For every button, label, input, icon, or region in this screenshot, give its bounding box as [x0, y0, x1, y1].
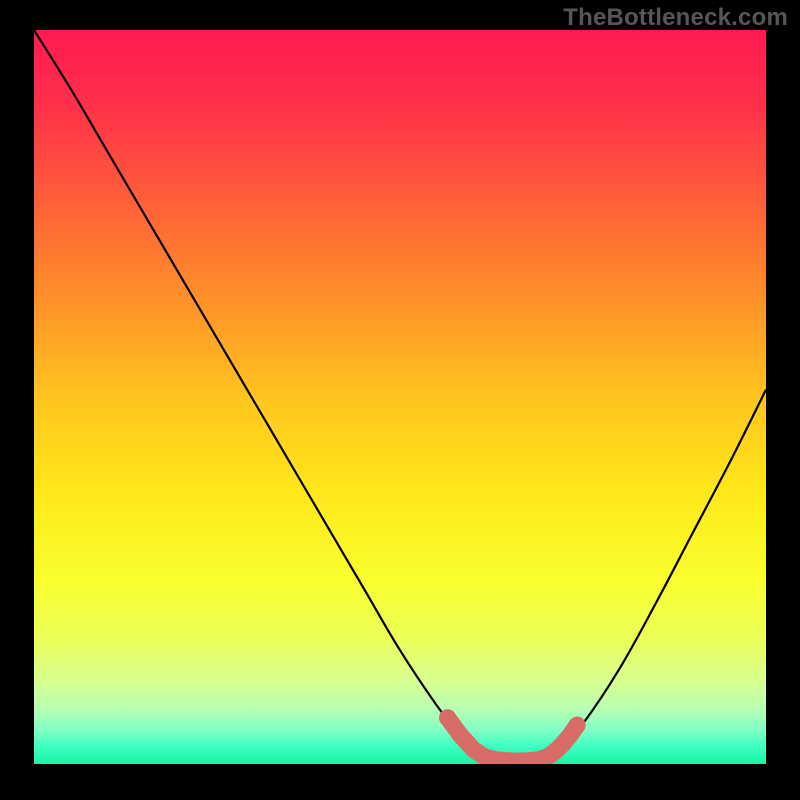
highlight-dot — [439, 709, 456, 726]
watermark-text: TheBottleneck.com — [563, 4, 788, 32]
chart-plot-area — [34, 30, 766, 764]
highlight-dot — [569, 717, 586, 734]
chart-frame: TheBottleneck.com — [0, 0, 800, 800]
highlight-dot — [452, 726, 469, 743]
bottleneck-chart — [34, 30, 766, 764]
gradient-background — [34, 30, 766, 764]
